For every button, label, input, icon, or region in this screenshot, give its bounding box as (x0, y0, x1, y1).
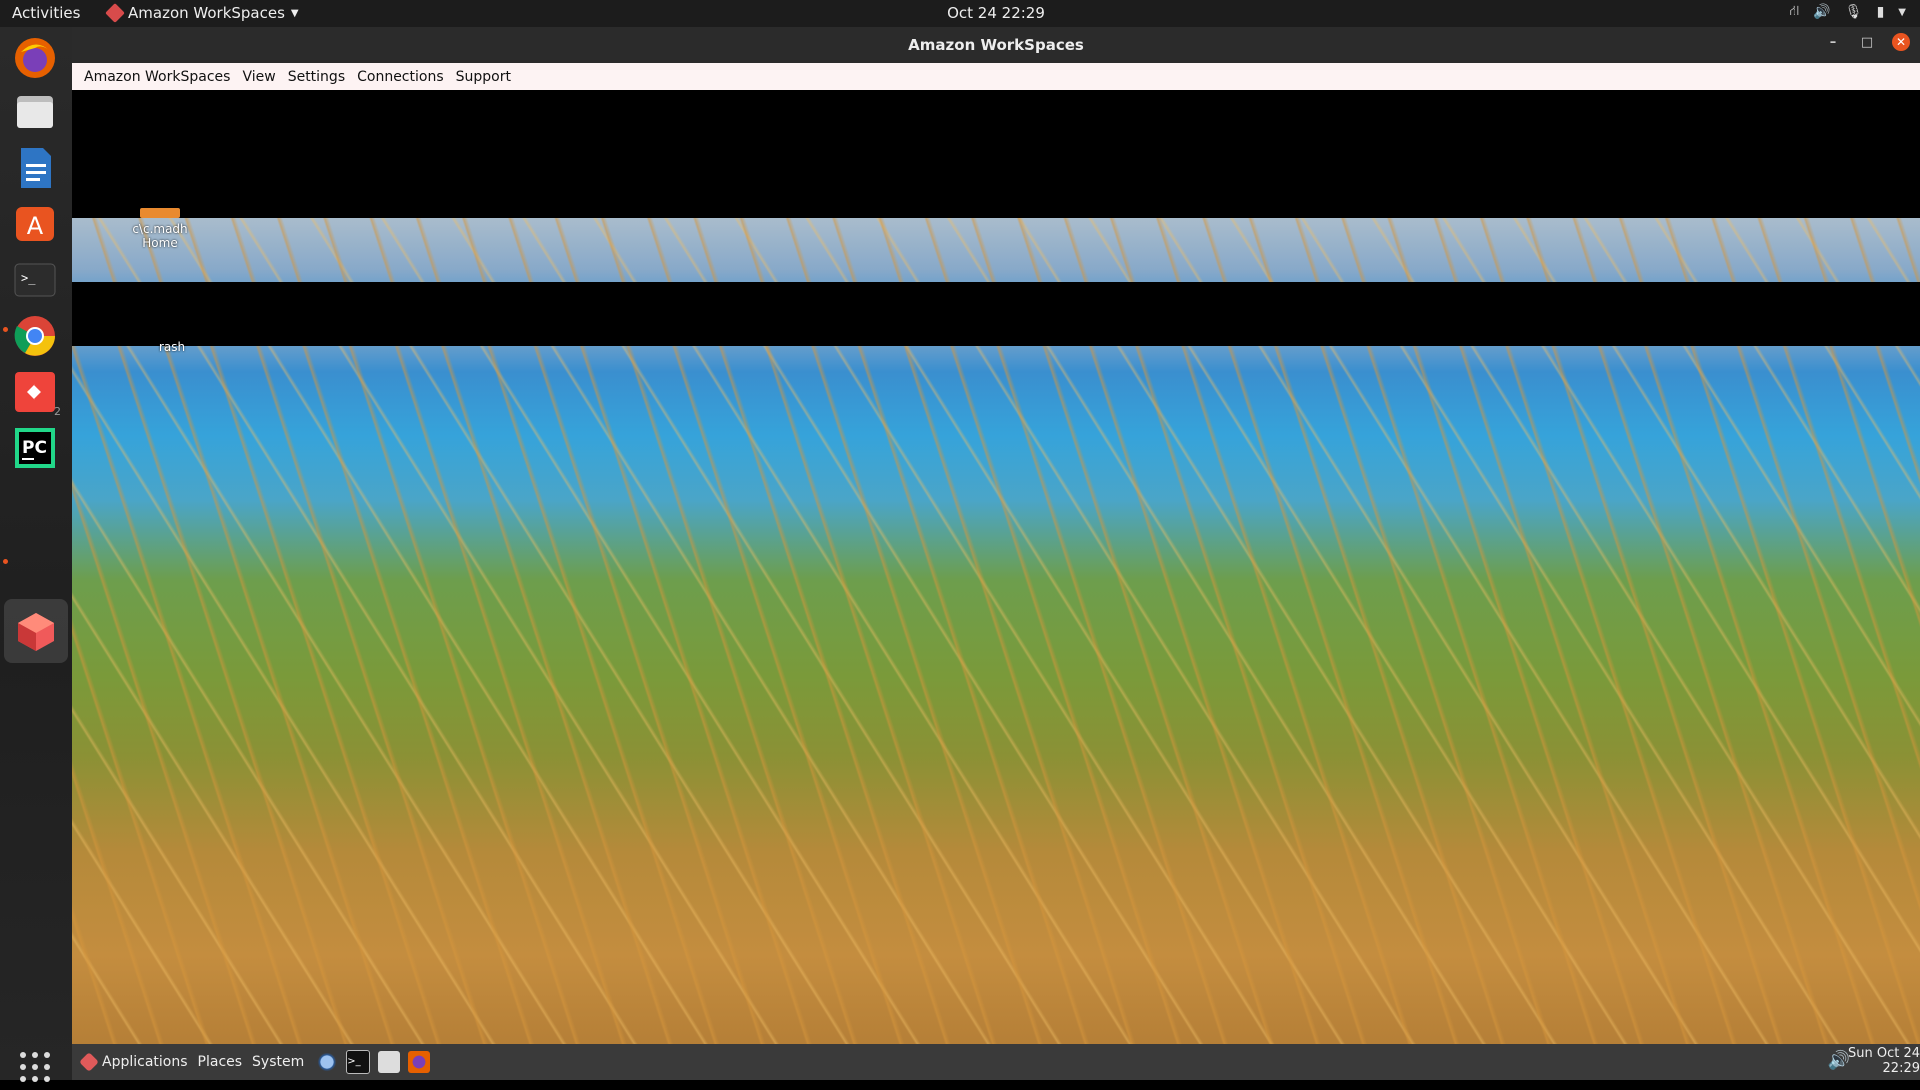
workspaces-window: Amazon WorkSpaces – □ ✕ Amazon WorkSpace… (72, 27, 1920, 1080)
network-icon[interactable]: ⛙ (1790, 3, 1800, 21)
menu-bar: Amazon WorkSpaces View Settings Connecti… (72, 63, 1920, 90)
menu-view[interactable]: View (236, 69, 281, 85)
places-menu[interactable]: Places (198, 1054, 243, 1070)
files-icon[interactable] (12, 89, 58, 135)
trash-label[interactable]: rash (142, 340, 202, 354)
remote-clock-date: Sun Oct 24 (1847, 1046, 1920, 1061)
writer-icon[interactable] (12, 145, 58, 191)
workspaces-dock-icon[interactable] (4, 599, 68, 663)
system-tray[interactable]: ⛙ 🔊 🎙 ▮ ▼ (1790, 3, 1906, 21)
volume-icon[interactable]: 🔊 (1813, 4, 1830, 20)
microphone-icon[interactable]: 🎙 (1845, 4, 1863, 20)
running-indicator (3, 327, 8, 332)
show-apps-icon[interactable] (12, 1044, 58, 1090)
close-icon[interactable]: ✕ (1892, 33, 1910, 51)
window-title: Amazon WorkSpaces (908, 36, 1084, 54)
applications-menu[interactable]: Applications (79, 1052, 188, 1072)
wallpaper (72, 346, 1920, 1044)
workspaces-icon (79, 1052, 99, 1072)
home-label-2: Home (142, 236, 178, 250)
pycharm-icon[interactable]: PC (12, 425, 58, 471)
clock[interactable]: Oct 24 22:29 (0, 4, 1920, 22)
battery-icon[interactable]: ▮ (1877, 4, 1885, 20)
terminal-icon[interactable]: >_ (346, 1050, 371, 1074)
anydesk-icon[interactable] (12, 369, 58, 415)
menu-amazon-workspaces[interactable]: Amazon WorkSpaces (78, 69, 236, 85)
home-label-1: c\c.madh (132, 222, 188, 236)
applications-label: Applications (102, 1054, 188, 1070)
menu-connections[interactable]: Connections (351, 69, 450, 85)
svg-text:PC: PC (22, 438, 47, 458)
top-bar: Activities Amazon WorkSpaces ▼ Oct 24 22… (0, 0, 1920, 27)
home-folder-icon[interactable]: c\c.madh Home (110, 208, 210, 250)
volume-icon[interactable]: 🔊 (1828, 1050, 1850, 1071)
search-icon[interactable] (316, 1051, 339, 1073)
window-titlebar[interactable]: Amazon WorkSpaces – □ ✕ (72, 27, 1920, 63)
dock-badge: 2 (54, 405, 61, 418)
dock: A >_ 2 PC (0, 27, 72, 1082)
wallpaper-strip (72, 218, 1920, 282)
menu-support[interactable]: Support (450, 69, 517, 85)
svg-text:>_: >_ (21, 271, 36, 285)
folder-icon (140, 208, 180, 218)
maximize-icon[interactable]: □ (1858, 33, 1876, 51)
firefox-icon[interactable] (12, 35, 58, 81)
running-indicator (3, 559, 8, 564)
firefox-icon[interactable] (408, 1051, 431, 1073)
remote-taskbar: Applications Places System >_ 🔊 Sun Oct … (72, 1044, 1920, 1080)
chevron-down-icon[interactable]: ▼ (1898, 7, 1906, 18)
minimize-icon[interactable]: – (1824, 33, 1842, 51)
menu-settings[interactable]: Settings (282, 69, 351, 85)
terminal-icon[interactable]: >_ (12, 257, 58, 303)
remote-desktop[interactable]: c\c.madh Home rash Applications Places S… (72, 90, 1920, 1080)
remote-clock-time: 22:29 (1882, 1061, 1920, 1076)
remote-clock[interactable]: Sun Oct 24 22:29 (1848, 1046, 1920, 1076)
svg-text:A: A (27, 212, 44, 240)
files-icon[interactable] (378, 1051, 401, 1073)
software-store-icon[interactable]: A (12, 201, 58, 247)
chrome-icon[interactable] (12, 313, 58, 359)
system-menu[interactable]: System (252, 1054, 304, 1070)
